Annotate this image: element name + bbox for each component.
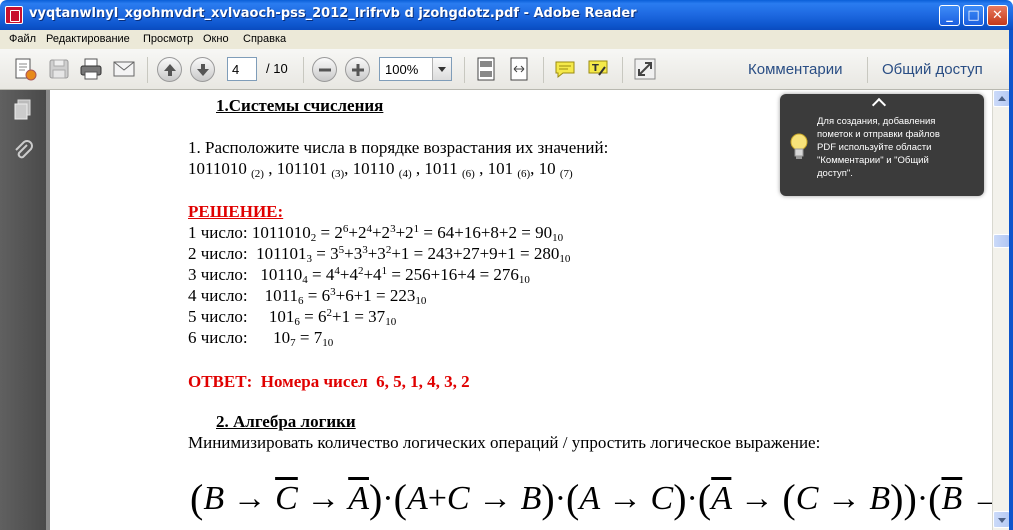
title-bar: vyqtanwlnyl_xgohmvdrt_xvlvaoch-pss_2012_… <box>0 0 1013 30</box>
toolbar: T <box>0 49 1013 90</box>
lightbulb-icon <box>790 133 808 159</box>
expand-icon[interactable] <box>633 57 657 81</box>
page-number-input[interactable] <box>227 57 257 81</box>
task2-text: Минимизировать количество логических опе… <box>188 433 821 452</box>
print-icon[interactable] <box>79 57 103 81</box>
logic-formula: (B → C → A)·(A+C → B)·(A → C)·(A → (C → … <box>190 476 992 521</box>
arrow-down-icon <box>197 64 209 76</box>
plus-icon <box>352 64 364 76</box>
create-pdf-icon[interactable] <box>13 57 37 81</box>
solution-line-4: 4 число: 10116 = 63+6+1 = 22310 <box>188 286 427 307</box>
zoom-in-button[interactable] <box>345 57 370 82</box>
navigation-pane <box>0 90 46 530</box>
adobe-reader-icon <box>5 6 23 24</box>
pages-icon[interactable] <box>11 98 35 122</box>
menu-bar: Файл Редактирование Просмотр Окно Справк… <box>0 30 1013 49</box>
comment-icon[interactable] <box>553 57 577 81</box>
window-border <box>1009 30 1013 530</box>
menu-help[interactable]: Справка <box>243 33 286 45</box>
solution-line-2: 2 число: 1011013 = 35+33+32+1 = 243+27+9… <box>188 244 571 265</box>
solution-line-3: 3 число: 101104 = 44+42+41 = 256+16+4 = … <box>188 265 530 286</box>
toolbar-separator <box>147 57 148 83</box>
window-title: vyqtanwlnyl_xgohmvdrt_xvlvaoch-pss_2012_… <box>29 6 637 21</box>
maximize-button[interactable]: □ <box>963 5 984 26</box>
highlight-text-icon[interactable]: T <box>586 57 610 81</box>
tools-hint-tooltip: Для создания, добавления пометок и отпра… <box>780 94 984 196</box>
solution-label: РЕШЕНИЕ: <box>188 202 284 221</box>
solution-line-1: 1 число: 10110102 = 26+24+23+21 = 64+16+… <box>188 223 564 244</box>
scroll-up-button[interactable] <box>993 90 1010 107</box>
next-page-button[interactable] <box>190 57 215 82</box>
chevron-up-icon[interactable] <box>871 97 887 113</box>
email-icon[interactable] <box>112 57 136 81</box>
previous-page-button[interactable] <box>157 57 182 82</box>
toolbar-separator <box>622 57 623 83</box>
heading-logic-algebra: 2. Алгебра логики <box>216 412 356 431</box>
menu-view[interactable]: Просмотр <box>143 33 193 45</box>
toolbar-separator <box>867 57 868 83</box>
zoom-input[interactable] <box>380 58 432 80</box>
toolbar-separator <box>303 57 304 83</box>
close-button[interactable]: ✕ <box>987 5 1008 26</box>
comments-pane-button[interactable]: Комментарии <box>748 61 842 78</box>
minimize-button[interactable]: _ <box>939 5 960 26</box>
numbers-list: 1011010 (2) , 101101 (3), 10110 (4) , 10… <box>188 159 573 180</box>
svg-text:T: T <box>592 63 599 74</box>
scroll-thumb[interactable] <box>993 234 1010 248</box>
answer-text: ОТВЕТ: Номера чисел 6, 5, 1, 4, 3, 2 <box>188 372 470 391</box>
fit-page-icon[interactable] <box>474 57 498 81</box>
fit-width-icon[interactable] <box>507 57 531 81</box>
chevron-down-icon[interactable] <box>432 58 451 80</box>
save-icon[interactable] <box>47 57 71 81</box>
attachment-icon[interactable] <box>11 139 35 163</box>
zoom-out-button[interactable] <box>312 57 337 82</box>
zoom-select[interactable] <box>379 57 452 81</box>
share-pane-button[interactable]: Общий доступ <box>882 61 983 78</box>
menu-edit[interactable]: Редактирование <box>46 33 130 45</box>
scroll-down-button[interactable] <box>993 511 1010 528</box>
toolbar-separator <box>464 57 465 83</box>
solution-line-6: 6 число: 107 = 710 <box>188 328 334 349</box>
toolbar-separator <box>543 57 544 83</box>
page-total: / 10 <box>266 61 288 76</box>
heading-number-systems: 1.Системы счисления <box>216 96 384 115</box>
menu-window[interactable]: Окно <box>203 33 229 45</box>
task1-text: 1. Расположите числа в порядке возрастан… <box>188 138 609 157</box>
arrow-up-icon <box>164 64 176 76</box>
minus-icon <box>319 68 331 72</box>
menu-file[interactable]: Файл <box>9 33 36 45</box>
vertical-scrollbar[interactable] <box>992 90 1010 530</box>
tooltip-text: Для создания, добавления пометок и отпра… <box>817 116 940 179</box>
solution-line-5: 5 число: 1016 = 62+1 = 3710 <box>188 307 397 328</box>
